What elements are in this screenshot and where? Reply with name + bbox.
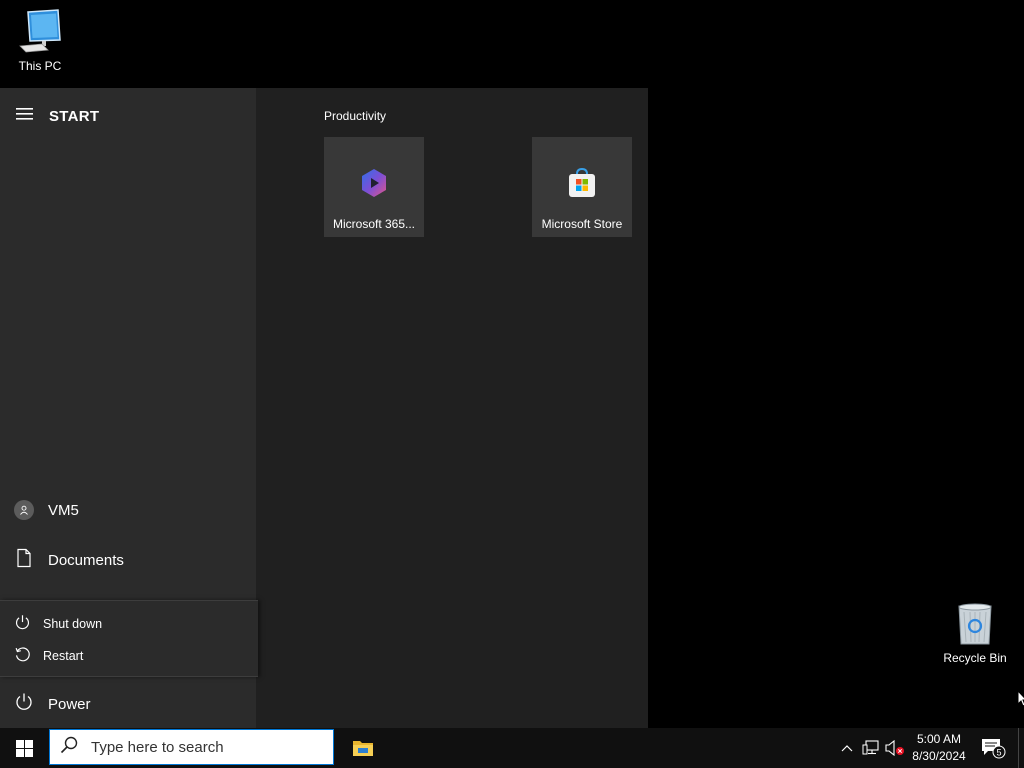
search-input[interactable] (89, 737, 313, 757)
this-pc-label: This PC (18, 59, 62, 73)
microsoft-store-icon (566, 167, 598, 199)
recycle-bin-desktop-icon[interactable]: Recycle Bin (935, 602, 1015, 665)
taskbar-clock[interactable]: 5:00 AM 8/30/2024 (908, 731, 970, 765)
start-title: START (49, 107, 100, 125)
microsoft-store-label: Microsoft Store (541, 217, 623, 231)
shut-down-label: Shut down (43, 617, 103, 631)
microsoft-store-tile[interactable]: Microsoft Store (532, 137, 632, 237)
tile-group-label: Productivity (324, 109, 387, 123)
network-tray-button[interactable] (860, 728, 882, 768)
microsoft-365-icon (358, 167, 390, 199)
computer-icon (19, 9, 61, 53)
volume-tray-button[interactable] (884, 728, 906, 768)
microsoft-365-tile[interactable]: Microsoft 365... (324, 137, 424, 237)
start-header: START (16, 107, 99, 125)
clock-time: 5:00 AM (916, 732, 962, 746)
file-explorer-icon (353, 741, 373, 756)
start-menu: START VM5 Documents Power Shut down Rest… (0, 88, 648, 728)
documents-label: Documents (48, 551, 124, 569)
action-center-button[interactable]: 5 (978, 728, 1008, 768)
power-icon (14, 614, 31, 634)
power-label: Power (48, 695, 91, 713)
file-explorer-taskbar-button[interactable] (342, 728, 384, 768)
documents-item[interactable]: Documents (14, 548, 124, 572)
user-name: VM5 (48, 501, 79, 519)
this-pc-desktop-icon[interactable]: This PC (0, 8, 80, 73)
restart-label: Restart (43, 649, 84, 663)
mouse-cursor-icon (1017, 690, 1024, 707)
volume-muted-icon (885, 740, 904, 756)
power-icon (14, 692, 34, 716)
search-icon (59, 735, 79, 760)
taskbar: 5:00 AM 8/30/2024 5 (0, 728, 1024, 768)
windows-logo-icon (15, 739, 33, 757)
user-avatar-icon (14, 500, 34, 520)
restart-icon (14, 646, 31, 666)
notification-count: 5 (996, 748, 1001, 758)
notification-icon: 5 (982, 739, 1006, 759)
recycle-bin-label: Recycle Bin (943, 651, 1007, 665)
show-desktop-button[interactable] (1018, 728, 1024, 768)
power-item[interactable]: Power (14, 692, 91, 716)
document-icon (14, 548, 34, 572)
user-account-item[interactable]: VM5 (14, 500, 79, 520)
recycle-bin-icon (958, 603, 992, 645)
chevron-up-icon (841, 745, 853, 752)
network-icon (862, 740, 879, 755)
start-button[interactable] (0, 728, 48, 768)
shut-down-option[interactable]: Shut down (14, 614, 102, 634)
microsoft-365-label: Microsoft 365... (332, 217, 416, 231)
clock-date: 8/30/2024 (912, 749, 966, 763)
power-options-flyout: Shut down Restart (0, 600, 258, 677)
restart-option[interactable]: Restart (14, 646, 83, 666)
hamburger-menu-icon[interactable] (16, 107, 33, 125)
taskbar-search-box[interactable] (49, 729, 334, 765)
show-hidden-icons-button[interactable] (838, 728, 856, 768)
